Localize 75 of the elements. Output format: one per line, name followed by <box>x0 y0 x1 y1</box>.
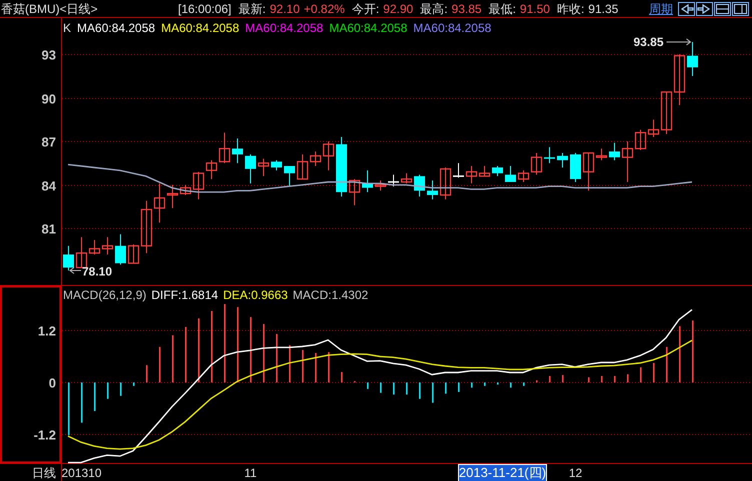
panel-icon <box>715 2 730 14</box>
legend-label: MA60:84.2058 <box>77 22 156 34</box>
candlestick <box>544 146 555 164</box>
axis-label: 90 <box>42 92 56 106</box>
axis-label: 87 <box>42 134 56 150</box>
candlestick <box>374 180 386 192</box>
candlestick <box>258 158 270 177</box>
candlestick <box>63 245 74 271</box>
axis-label: 81 <box>42 222 56 236</box>
axis-label: 1.2 <box>38 324 56 338</box>
left-arrow-icon <box>679 2 694 14</box>
candlestick <box>232 138 243 164</box>
axis-label: -1.2 <box>34 428 56 442</box>
legend-label: MA60:84.2058 <box>329 22 408 34</box>
legend-label: MACD(26,12,9) <box>63 289 146 301</box>
axis-label: 0 <box>48 376 56 390</box>
candlestick <box>388 174 399 187</box>
quote-value: +0.82% <box>304 2 345 14</box>
candlestick <box>492 166 503 177</box>
high-price-label: 93.85 <box>633 34 664 49</box>
time-label: [16:00:06] <box>178 2 232 14</box>
split-panel-icon <box>733 2 748 14</box>
panel-button[interactable] <box>714 2 731 16</box>
quote-value: 91.50 <box>520 2 550 14</box>
candlestick <box>440 166 452 200</box>
window-title: 香菇(BMU)<日线> <box>0 2 99 14</box>
quote-label: 最低: <box>488 2 516 14</box>
axis-label: 12 <box>568 466 582 480</box>
arrow-icon <box>666 38 692 46</box>
quote-label: 今开: <box>352 2 380 14</box>
candlestick <box>505 166 516 182</box>
legend-label: MA60:84.2058 <box>245 22 324 34</box>
candlestick <box>427 180 438 200</box>
legend-label: MACD:1.4302 <box>292 289 368 301</box>
quote-value: 92.10 <box>270 2 300 14</box>
legend-label: DIFF:1.6814 <box>151 289 218 301</box>
axis-label: 11 <box>244 466 257 480</box>
right-arrow-button[interactable] <box>696 2 713 16</box>
quote-label: 最高: <box>420 2 448 14</box>
candlestick <box>674 54 686 106</box>
candlestick <box>245 154 256 184</box>
quote-value: 92.90 <box>383 2 414 14</box>
candlestick <box>570 152 581 182</box>
legend-label: MA60:84.2058 <box>413 22 492 34</box>
quote-label: 最新: <box>238 2 266 14</box>
candlestick <box>687 41 698 77</box>
candlestick <box>414 174 425 197</box>
left-arrow-button[interactable] <box>678 2 695 16</box>
right-arrow-icon <box>697 2 712 14</box>
candlestick <box>102 236 114 256</box>
axis-label: 201310 <box>61 466 102 480</box>
low-price-label: 78.10 <box>82 264 112 278</box>
candlestick <box>336 136 347 197</box>
split-panel-button[interactable] <box>732 2 749 16</box>
candlestick <box>609 142 620 161</box>
date-cursor-label: 2013-11-21(四) <box>458 464 547 481</box>
axis-label: 93 <box>42 48 56 62</box>
axis-title: 日线 <box>32 466 56 480</box>
axis-label: 84 <box>42 178 56 194</box>
candlestick <box>362 170 373 193</box>
candlestick <box>453 162 464 178</box>
candlestick <box>284 166 295 187</box>
legend-label: DEA:0.9663 <box>223 289 288 301</box>
period-link[interactable]: 周期 <box>649 2 673 14</box>
arrow-icon <box>69 267 82 274</box>
candlestick <box>400 172 412 184</box>
candlestick <box>348 178 360 206</box>
quote-label: 昨收: <box>556 2 584 14</box>
quote-value: 91.35 <box>588 2 618 14</box>
candlestick <box>557 152 568 168</box>
quote-value: 93.85 <box>452 2 482 14</box>
legend-label: MA60:84.2058 <box>161 22 240 34</box>
legend-label: K <box>63 22 72 34</box>
candlestick <box>115 234 126 266</box>
candlestick <box>271 160 282 171</box>
